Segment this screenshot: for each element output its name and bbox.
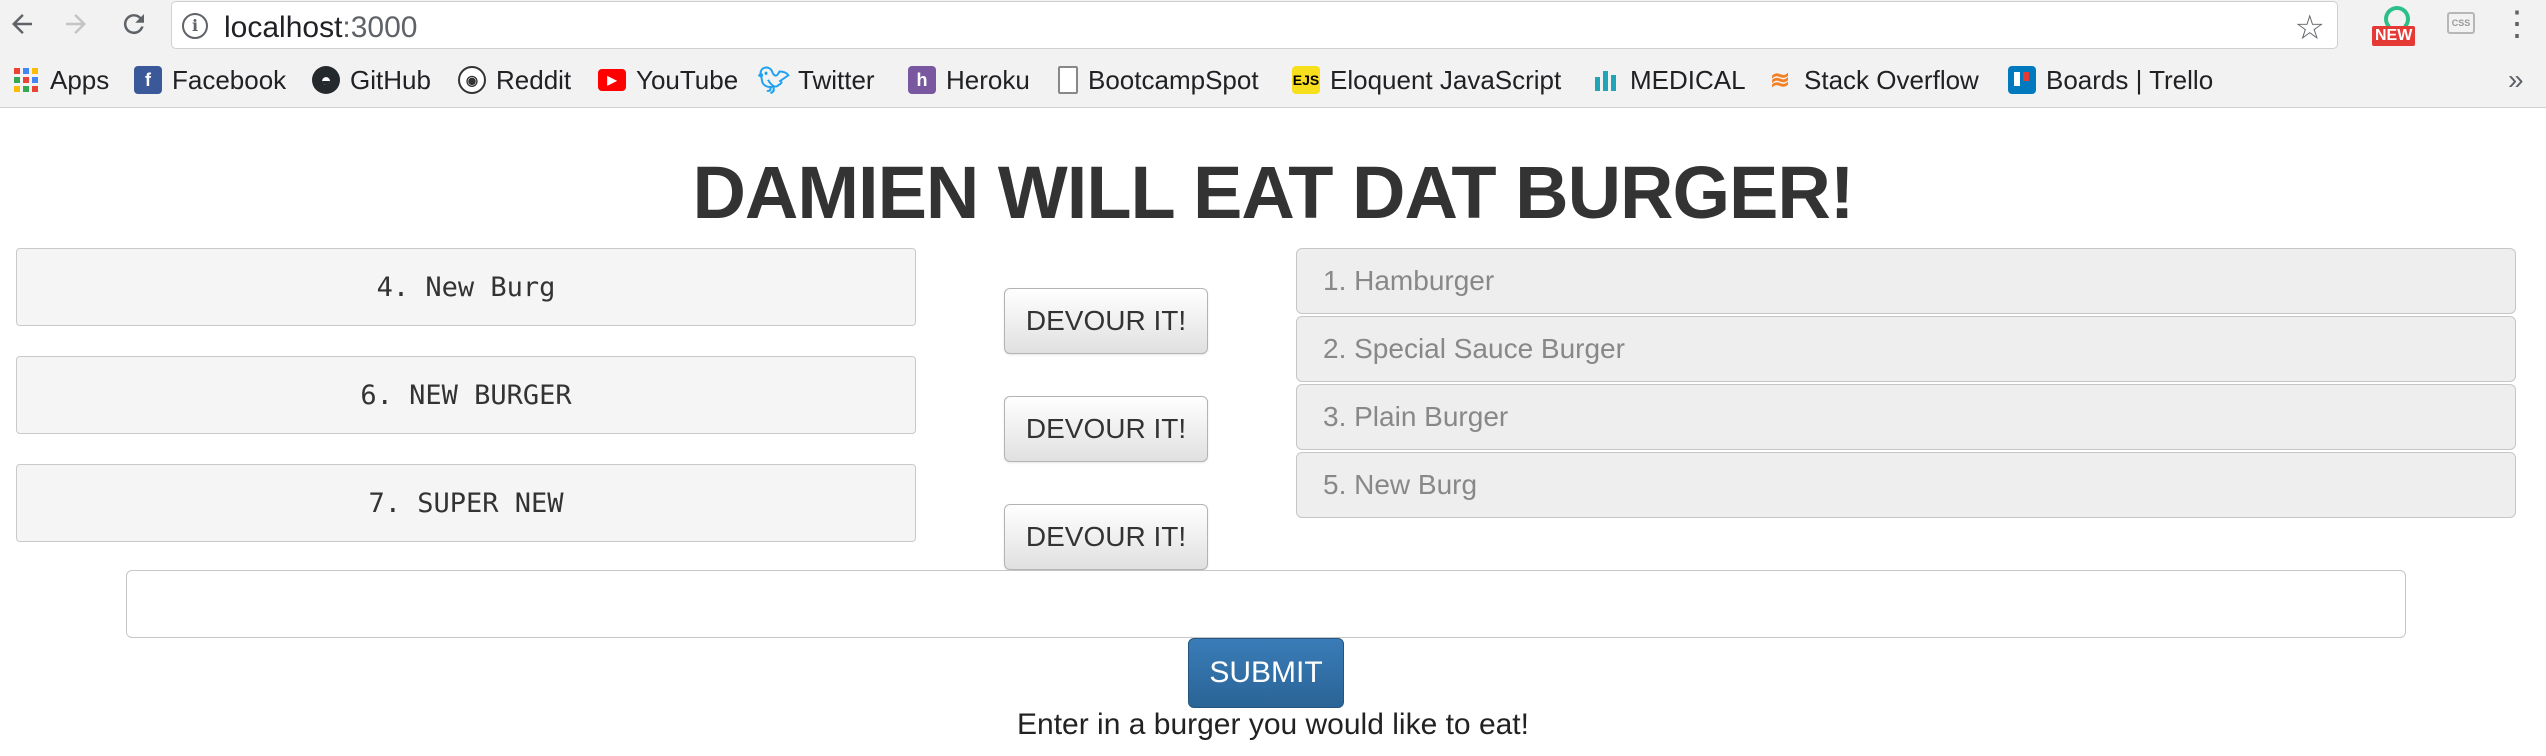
extension-new-icon[interactable]: NEW (2370, 4, 2424, 48)
github-icon: ◓ (312, 66, 340, 94)
heroku-icon: h (908, 66, 936, 94)
site-info-icon[interactable]: i (182, 13, 208, 39)
bookmark-twitter[interactable]: 🐦︎ Twitter (757, 63, 875, 97)
helper-text: Enter in a burger you would like to eat! (1017, 708, 1529, 741)
browser-menu-icon[interactable]: ⋮ (2500, 6, 2534, 46)
eaten-burger: 1. Hamburger (1296, 248, 2516, 314)
bookmark-medical[interactable]: MEDICAL (1592, 63, 1746, 97)
bookmark-bootcampspot[interactable]: BootcampSpot (1058, 63, 1259, 97)
reload-icon[interactable] (116, 6, 152, 42)
bookmark-stack-overflow[interactable]: ≋ Stack Overflow (1766, 63, 1979, 97)
bookmark-eloquent-javascript[interactable]: EJS Eloquent JavaScript (1292, 63, 1561, 97)
uneaten-burger: 6. NEW BURGER (16, 356, 916, 434)
twitter-icon: 🐦︎ (757, 64, 791, 95)
facebook-icon: f (134, 66, 162, 94)
medical-icon (1592, 66, 1620, 94)
bookmark-star-icon[interactable]: ☆ (2295, 8, 2325, 48)
page-icon (1058, 66, 1078, 94)
trello-icon (2008, 66, 2036, 94)
eaten-burger: 2. Special Sauce Burger (1296, 316, 2516, 382)
bookmark-youtube[interactable]: ▶ YouTube (598, 63, 738, 97)
burger-name-input[interactable] (126, 570, 2406, 638)
extension-css-icon[interactable]: CSS (2442, 4, 2482, 44)
uneaten-burger: 4. New Burg (16, 248, 916, 326)
bookmarks-more-icon[interactable]: » (2508, 64, 2524, 96)
devour-button[interactable]: DEVOUR IT! (1004, 288, 1208, 354)
apps-grid-icon (12, 66, 40, 94)
bookmark-github[interactable]: ◓ GitHub (312, 63, 431, 97)
browser-toolbar: i localhost:3000 ☆ NEW CSS ⋮ (0, 0, 2546, 50)
back-icon[interactable] (4, 6, 40, 42)
eaten-burger: 5. New Burg (1296, 452, 2516, 518)
address-bar[interactable]: i localhost:3000 ☆ (172, 2, 2337, 48)
youtube-icon: ▶ (598, 69, 626, 91)
stackoverflow-icon: ≋ (1769, 66, 1791, 94)
devour-button[interactable]: DEVOUR IT! (1004, 504, 1208, 570)
uneaten-burger: 7. SUPER NEW (16, 464, 916, 542)
page-title: DAMIEN WILL EAT DAT BURGER! (692, 151, 1854, 234)
bookmark-facebook[interactable]: f Facebook (134, 63, 286, 97)
eaten-burger: 3. Plain Burger (1296, 384, 2516, 450)
ejs-icon: EJS (1292, 66, 1320, 94)
forward-icon[interactable] (58, 6, 94, 42)
bookmark-reddit[interactable]: ◉ Reddit (458, 63, 571, 97)
bookmark-heroku[interactable]: h Heroku (908, 63, 1030, 97)
bookmark-trello[interactable]: Boards | Trello (2008, 63, 2213, 97)
bookmarks-bar: Apps f Facebook ◓ GitHub ◉ Reddit ▶ YouT… (0, 50, 2546, 108)
devour-button[interactable]: DEVOUR IT! (1004, 396, 1208, 462)
bookmark-apps[interactable]: Apps (12, 63, 109, 97)
url-text: localhost:3000 (224, 11, 418, 44)
reddit-icon: ◉ (458, 66, 486, 94)
submit-button[interactable]: SUBMIT (1188, 638, 1344, 708)
